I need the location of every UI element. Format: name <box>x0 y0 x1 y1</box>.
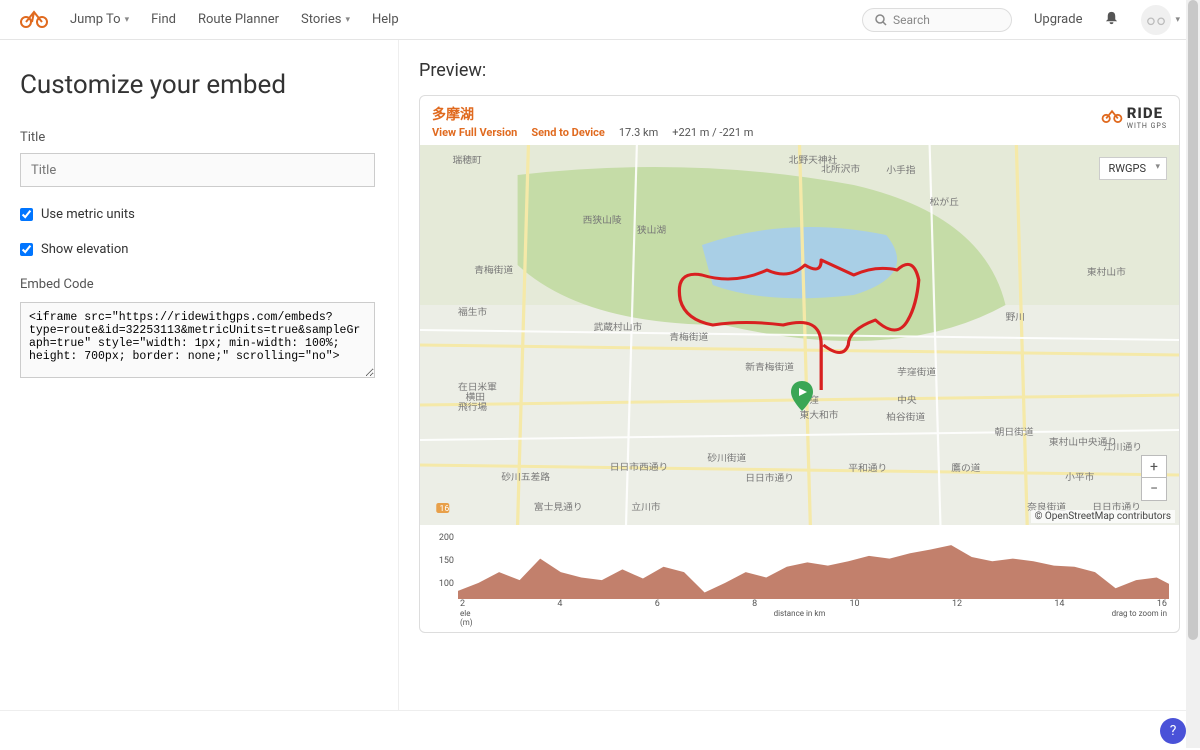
page-title: Customize your embed <box>20 70 378 100</box>
svg-text:東村山市: 東村山市 <box>1087 266 1126 278</box>
nav-stories[interactable]: Stories▾ <box>301 12 350 27</box>
scrollbar[interactable] <box>1186 0 1200 748</box>
svg-text:北所沢市: 北所沢市 <box>821 163 860 175</box>
send-to-device-link[interactable]: Send to Device <box>531 126 605 139</box>
svg-text:青梅街道: 青梅街道 <box>474 264 513 276</box>
footer: ? <box>0 710 1200 750</box>
upgrade-link[interactable]: Upgrade <box>1034 12 1082 27</box>
map-layer-select[interactable]: RWGPS <box>1099 157 1167 180</box>
elevation-checkbox[interactable] <box>20 243 33 256</box>
svg-text:日日市通り: 日日市通り <box>745 472 794 484</box>
help-fab-icon[interactable]: ? <box>1160 718 1186 744</box>
preview-panel: Preview: 多摩湖 View Full Version Send to D… <box>398 40 1200 710</box>
title-input[interactable] <box>20 153 375 187</box>
search-icon <box>875 14 887 26</box>
chevron-down-icon: ▾ <box>1175 15 1180 25</box>
notifications-icon[interactable] <box>1104 10 1119 29</box>
chevron-down-icon: ▾ <box>125 15 130 25</box>
route-header: 多摩湖 View Full Version Send to Device 17.… <box>420 96 1179 145</box>
distance-stat: 17.3 km <box>619 126 658 139</box>
elevation-stat: +221 m / -221 m <box>672 126 753 139</box>
svg-text:砂川街道: 砂川街道 <box>707 452 746 464</box>
embed-code-label: Embed Code <box>20 277 378 292</box>
svg-text:富士見通り: 富士見通り <box>534 501 583 513</box>
svg-text:日日市西通り: 日日市西通り <box>610 461 668 473</box>
scrollbar-thumb[interactable] <box>1188 0 1198 640</box>
elevation-label: Show elevation <box>41 242 128 257</box>
elevation-xticks: 246810121416 <box>458 599 1169 609</box>
map-zoom: + − <box>1141 455 1167 501</box>
elevation-yticks: 200150100 <box>420 527 454 596</box>
zoom-in-button[interactable]: + <box>1142 456 1166 478</box>
map-attribution[interactable]: © OpenStreetMap contributors <box>1031 510 1175 523</box>
svg-text:武蔵村山市: 武蔵村山市 <box>593 321 642 333</box>
svg-text:狭山湖: 狭山湖 <box>637 224 666 236</box>
elevation-ylabel: ele(m) <box>460 609 473 627</box>
map[interactable]: 瑞穂町北野天神社北所沢市小手指 西狭山陵狭山湖松が丘 青梅街道東村山市 福生市野… <box>420 145 1179 525</box>
svg-text:在日米軍: 在日米軍 <box>458 381 497 393</box>
nav: Jump To▾ Find Route Planner Stories▾ Hel… <box>70 12 399 27</box>
nav-jump-to[interactable]: Jump To▾ <box>70 12 129 27</box>
svg-text:飛行場: 飛行場 <box>458 401 487 413</box>
svg-text:朝日街道: 朝日街道 <box>995 426 1034 438</box>
title-label: Title <box>20 130 378 145</box>
svg-text:野川: 野川 <box>1006 312 1026 323</box>
metric-label: Use metric units <box>41 207 135 222</box>
chevron-down-icon: ▾ <box>345 15 350 25</box>
embed-preview: 多摩湖 View Full Version Send to Device 17.… <box>419 95 1180 633</box>
topbar: Jump To▾ Find Route Planner Stories▾ Hel… <box>0 0 1200 40</box>
svg-text:16: 16 <box>440 504 450 514</box>
svg-text:砂川五差路: 砂川五差路 <box>501 471 550 483</box>
svg-text:江川通り: 江川通り <box>1103 442 1142 453</box>
svg-text:中央: 中央 <box>897 394 917 406</box>
svg-text:青梅街道: 青梅街道 <box>669 331 708 343</box>
svg-text:鷹の道: 鷹の道 <box>951 462 980 474</box>
elevation-xlabel: distance in km <box>774 609 826 618</box>
svg-text:芋窪街道: 芋窪街道 <box>897 366 936 378</box>
elevation-chart[interactable]: 200150100 246810121416 ele(m) distance i… <box>420 525 1179 632</box>
svg-text:平和通り: 平和通り <box>848 463 887 474</box>
nav-help[interactable]: Help <box>372 12 399 27</box>
start-marker-icon <box>791 381 813 415</box>
svg-text:横田: 横田 <box>466 391 486 403</box>
search-input[interactable]: Search <box>862 8 1012 32</box>
elevation-zoom-hint: drag to zoom in <box>1112 609 1167 627</box>
svg-text:小平市: 小平市 <box>1065 471 1094 483</box>
zoom-out-button[interactable]: − <box>1142 478 1166 500</box>
svg-text:小手指: 小手指 <box>886 164 915 176</box>
svg-text:瑞穂町: 瑞穂町 <box>453 154 482 166</box>
embed-code-textarea[interactable]: <iframe src="https://ridewithgps.com/emb… <box>20 302 375 378</box>
svg-text:新青梅街道: 新青梅街道 <box>745 361 794 373</box>
svg-text:松が丘: 松が丘 <box>930 196 959 208</box>
ridewithgps-logo[interactable]: RIDEWITH GPS <box>1101 104 1167 130</box>
nav-route-planner[interactable]: Route Planner <box>198 12 279 27</box>
view-full-link[interactable]: View Full Version <box>432 126 517 139</box>
customize-panel: Customize your embed Title Use metric un… <box>0 40 398 710</box>
svg-text:立川市: 立川市 <box>631 501 660 513</box>
preview-label: Preview: <box>419 60 1180 81</box>
svg-text:福生市: 福生市 <box>458 306 487 318</box>
svg-text:西狭山陵: 西狭山陵 <box>583 214 623 226</box>
logo-icon[interactable] <box>20 9 48 31</box>
avatar-icon <box>1141 5 1171 35</box>
svg-text:柏谷街道: 柏谷街道 <box>886 411 925 423</box>
metric-checkbox[interactable] <box>20 208 33 221</box>
route-title[interactable]: 多摩湖 <box>432 104 1167 124</box>
user-menu[interactable]: ▾ <box>1141 5 1180 35</box>
nav-find[interactable]: Find <box>151 12 176 27</box>
